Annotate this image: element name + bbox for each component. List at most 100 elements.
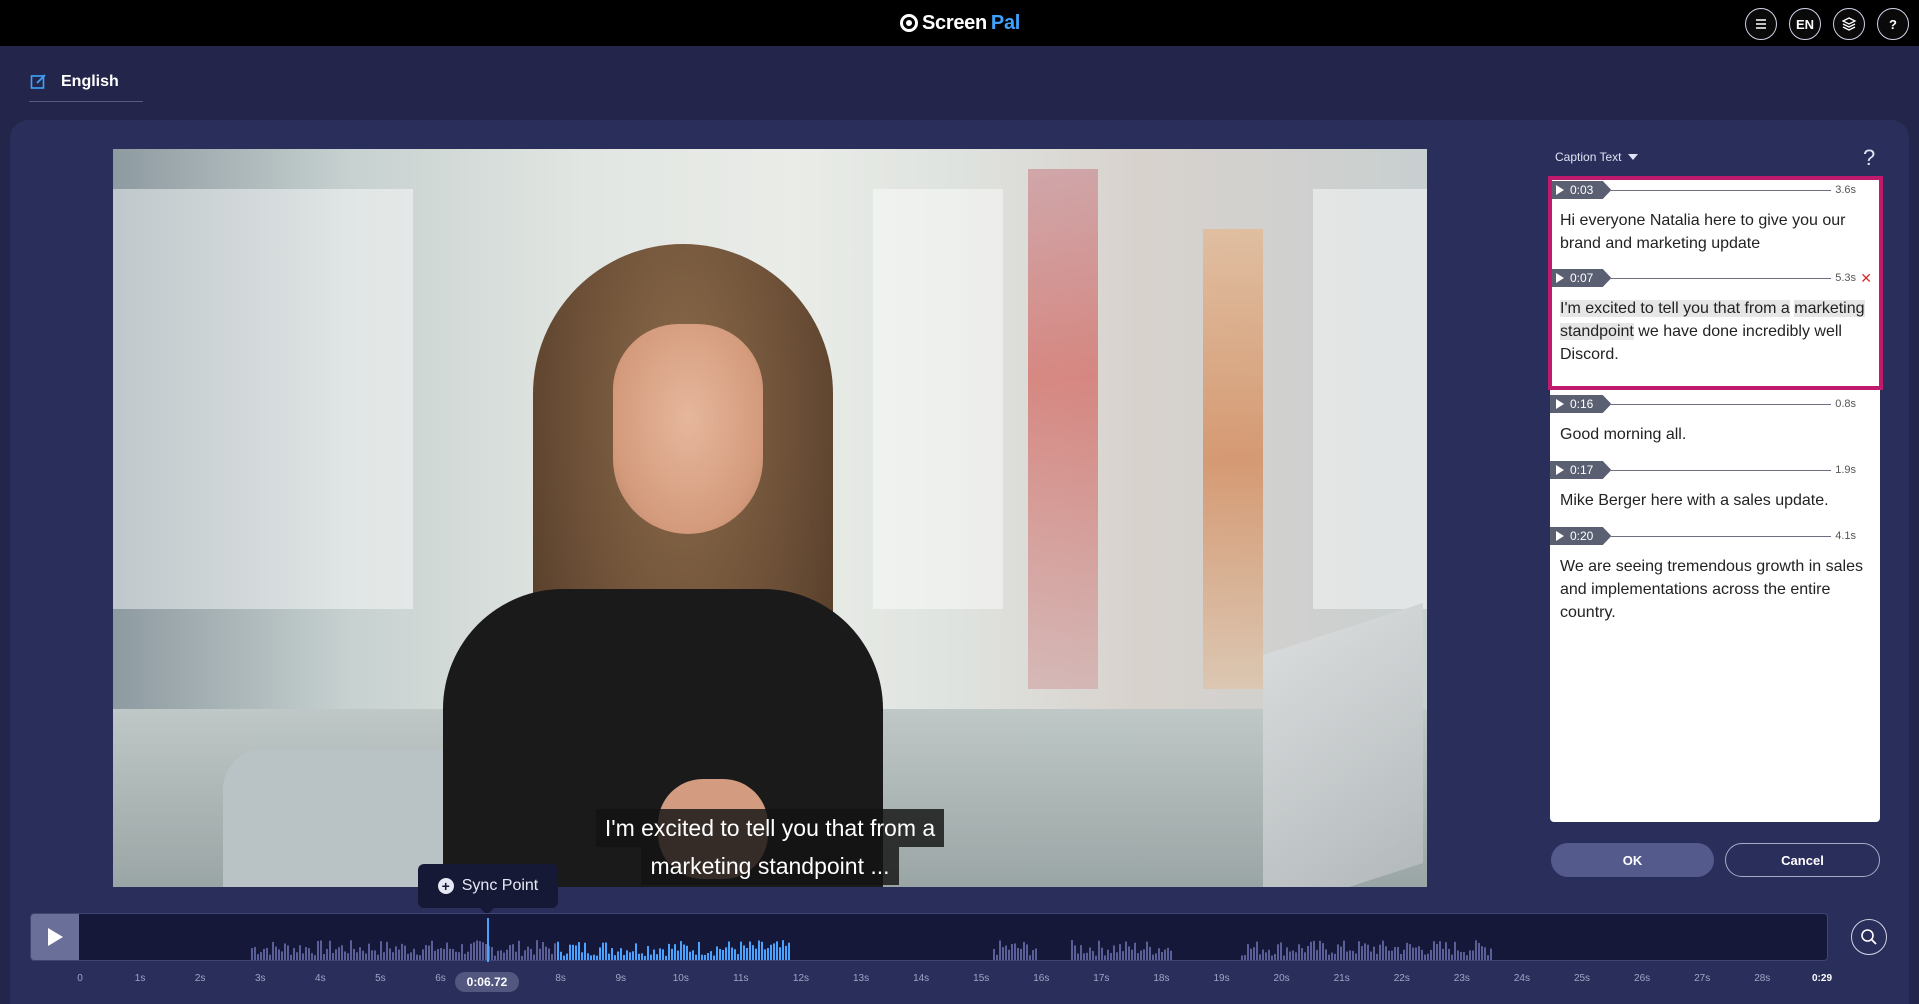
waveform-bar [716,946,718,960]
waveform-bar [1268,949,1270,960]
waveform-bar [1409,944,1411,960]
waveform-bar [1376,953,1378,960]
waveform-bar [323,954,325,960]
caption-item[interactable]: 0:03 3.6s Hi everyone Natalia here to gi… [1550,181,1880,255]
ok-button[interactable]: OK [1551,843,1714,877]
video-preview[interactable]: I'm excited to tell you that from a mark… [113,149,1427,887]
caption-time-tag[interactable]: 0:03 [1550,181,1612,199]
menu-button[interactable] [1745,8,1777,40]
caption-duration-line [1611,189,1832,191]
language-button[interactable]: EN [1789,8,1821,40]
waveform-bar [623,954,625,960]
playhead[interactable] [487,918,489,962]
timeline-track[interactable] [30,913,1828,961]
tab-english[interactable]: English [29,70,143,102]
timeline-tick-label: 18s [1153,973,1170,984]
caption-item[interactable]: 0:20 4.1s We are seeing tremendous growt… [1550,527,1880,624]
waveform-bar [1029,955,1031,960]
edit-icon [30,74,46,89]
waveform-bar [1277,944,1279,960]
waveform-bar [290,954,292,960]
timeline-tick-label: 24s [1513,973,1530,984]
waveform-bar [1283,955,1285,960]
layers-button[interactable] [1833,8,1865,40]
waveform-bar [1155,953,1157,960]
waveform-bar [629,952,631,960]
caption-duration: 3.6s [1835,184,1856,196]
waveform-bar [494,955,496,960]
caption-item[interactable]: 0:07 5.3s ✕ I'm excited to tell you that… [1550,269,1880,366]
timeline-tick-label: 0 [77,973,83,984]
caption-text[interactable]: We are seeing tremendous growth in sales… [1550,545,1880,624]
waveform-bar [1322,943,1324,960]
waveform-bar [428,945,430,960]
waveform-bar [329,940,331,960]
waveform-bar [638,953,640,960]
waveform-bar [1430,949,1432,960]
caption-time-tag[interactable]: 0:17 [1550,461,1612,479]
caption-text[interactable]: Good morning all. [1550,413,1880,446]
timeline-tick-label: 19s [1213,973,1230,984]
waveform-bar [1020,948,1022,960]
caption-help-button[interactable]: ? [1863,145,1875,171]
waveform-bar [1331,952,1333,960]
caption-time-tag[interactable]: 0:07 [1550,269,1612,287]
caption-time: 0:03 [1570,183,1594,197]
waveform-bar [1161,951,1163,960]
waveform-bar [755,948,757,960]
waveform-bar [1152,954,1154,960]
waveform-bar [1074,945,1076,960]
waveform-bar [1032,950,1034,960]
waveform-bar [431,940,433,960]
waveform-bar [1469,950,1471,960]
timeline-tick-label: 9s [615,973,626,984]
caption-text[interactable]: Hi everyone Natalia here to give you our… [1550,199,1880,255]
waveform-bar [407,953,409,960]
waveform-bar [1292,950,1294,960]
caption-text-dropdown[interactable]: Caption Text [1555,150,1638,164]
waveform-bar [347,953,349,960]
timeline-tick-label: 23s [1453,973,1470,984]
caption-text[interactable]: I'm excited to tell you that from a mark… [1550,287,1880,366]
video-bg-window [873,189,1003,609]
caption-item[interactable]: 0:16 0.8s Good morning all. [1550,395,1880,446]
waveform-bar [527,946,529,960]
waveform-bar [479,941,481,960]
waveform-bar [560,951,562,960]
waveform-bar [482,942,484,960]
video-bg-orange-panel [1203,229,1263,689]
waveform-bar [996,954,998,960]
waveform-bar [1011,943,1013,960]
waveform-bar [1095,955,1097,960]
timeline-tick-label: 2s [194,973,206,984]
sync-point-button[interactable]: + Sync Point [418,864,558,915]
waveform-bar [719,948,721,960]
play-button[interactable] [31,914,79,960]
caption-item[interactable]: 0:17 1.9s Mike Berger here with a sales … [1550,461,1880,512]
waveform-bar [1008,949,1010,960]
waveform-bar [584,942,586,960]
zoom-button[interactable] [1851,919,1887,955]
video-person-face [613,324,763,534]
cancel-button[interactable]: Cancel [1725,843,1880,877]
waveform-bar [1307,945,1309,960]
waveform-bar [641,953,643,960]
waveform-bar [1436,943,1438,960]
waveform-bar [1086,952,1088,960]
timeline-tick-label: 20s [1273,973,1290,984]
waveform-bar [1460,952,1462,960]
caption-time-tag[interactable]: 0:16 [1550,395,1612,413]
caption-time: 0:16 [1570,397,1594,411]
waveform-bar [389,948,391,960]
caption-time-tag[interactable]: 0:20 [1550,527,1612,545]
help-button[interactable]: ? [1877,8,1909,40]
waveform-bar [1107,949,1109,960]
delete-caption-icon[interactable]: ✕ [1860,270,1872,287]
caption-text[interactable]: Mike Berger here with a sales update. [1550,479,1880,512]
tab-label: English [61,72,119,90]
timeline-tick-label: 12s [792,973,810,984]
waveform-bar [1241,955,1243,960]
waveform-bar [413,948,415,960]
waveform-bar [1358,941,1360,960]
timeline-tick-label: 6s [435,973,446,984]
